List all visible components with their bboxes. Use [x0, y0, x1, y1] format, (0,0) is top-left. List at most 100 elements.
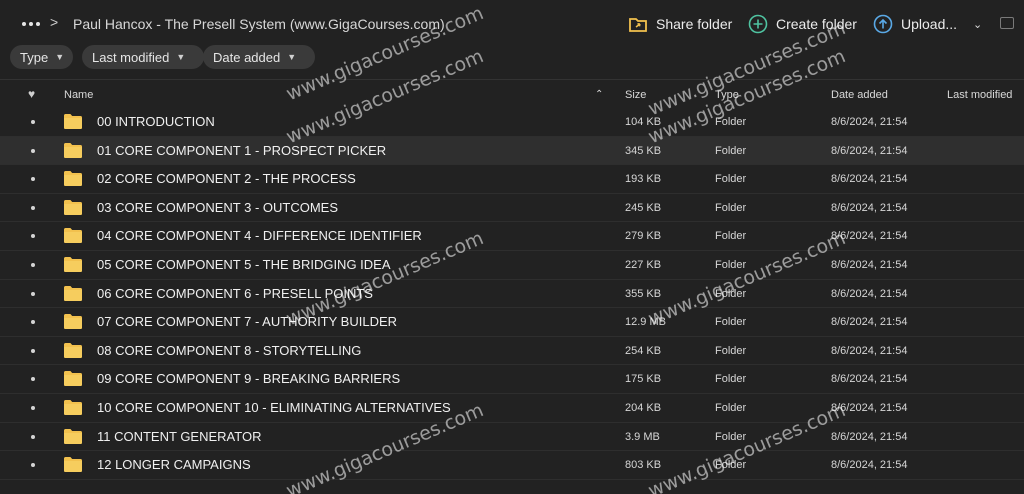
favorite-dot[interactable] [31, 234, 35, 239]
table-row[interactable]: 02 CORE COMPONENT 2 - THE PROCESS 193 KB F… [0, 165, 1024, 194]
upload-button[interactable]: Upload... ⌄ [873, 13, 982, 35]
favorite-dot[interactable] [31, 434, 35, 439]
favorite-dot[interactable] [31, 205, 35, 210]
table-row[interactable]: 03 CORE COMPONENT 3 - OUTCOMES 245 KB Fold… [0, 194, 1024, 223]
row-type: Folder [715, 287, 747, 300]
breadcrumb-separator: > [50, 14, 59, 30]
filter-label: Type [20, 49, 49, 65]
filter-last-modified[interactable]: Last modified ▼ [82, 45, 204, 69]
table-row[interactable]: 05 CORE COMPONENT 5 - THE BRIDGING IDEA 2… [0, 251, 1024, 280]
row-size: 204 KB [625, 401, 662, 414]
folder-icon [64, 285, 82, 301]
row-type: Folder [715, 173, 747, 186]
table-row[interactable]: 07 CORE COMPONENT 7 - AUTHORITY BUILDER 1… [0, 308, 1024, 337]
breadcrumb-current[interactable]: Paul Hancox - The Presell System (www.Gi… [73, 16, 445, 32]
row-date-added: 8/6/2024, 21:54 [831, 430, 908, 443]
row-size: 3.9 MB [625, 430, 660, 443]
table-header: ♥ Name ⌃ Size Type Date added Last modif… [0, 83, 1024, 107]
chevron-down-icon: ▼ [176, 52, 186, 62]
favorite-dot[interactable] [31, 291, 35, 296]
filter-label: Date added [213, 49, 281, 65]
row-name: 01 CORE COMPONENT 1 - PROSPECT PICKER [97, 142, 387, 158]
favorite-dot[interactable] [31, 177, 35, 182]
row-type: Folder [715, 144, 747, 157]
folder-icon [64, 142, 82, 158]
row-size: 355 KB [625, 287, 662, 300]
row-date-added: 8/6/2024, 21:54 [831, 459, 908, 472]
column-type[interactable]: Type [715, 89, 739, 101]
favorite-dot[interactable] [31, 377, 35, 382]
top-bar: > Paul Hancox - The Presell System (www.… [0, 0, 1024, 46]
view-toggle-icon[interactable] [1000, 17, 1014, 29]
row-name: 03 CORE COMPONENT 3 - OUTCOMES [97, 199, 339, 215]
table-row[interactable]: 04 CORE COMPONENT 4 - DIFFERENCE IDENTIF… [0, 222, 1024, 251]
table-row[interactable]: 11 CONTENT GENERATOR 3.9 MB Folder 8/6/2024… [0, 423, 1024, 452]
filter-type[interactable]: Type ▼ [10, 45, 73, 69]
favorite-dot[interactable] [31, 348, 35, 353]
favorite-dot[interactable] [31, 463, 35, 468]
heart-icon[interactable]: ♥ [28, 87, 35, 101]
row-size: 193 KB [625, 173, 662, 186]
column-last-modified[interactable]: Last modified [947, 89, 1012, 101]
row-type: Folder [715, 316, 747, 329]
row-type: Folder [715, 344, 747, 357]
row-size: 803 KB [625, 459, 662, 472]
row-type: Folder [715, 373, 747, 386]
table-row[interactable]: 10 CORE COMPONENT 10 - ELIMINATING ALTER… [0, 394, 1024, 423]
row-date-added: 8/6/2024, 21:54 [831, 144, 908, 157]
row-date-added: 8/6/2024, 21:54 [831, 230, 908, 243]
row-name: 00 INTRODUCTION [97, 114, 215, 129]
column-size[interactable]: Size [625, 89, 646, 101]
table-row[interactable]: 08 CORE COMPONENT 8 - STORYTELLING 254 KB… [0, 337, 1024, 366]
row-size: 279 KB [625, 230, 662, 243]
row-date-added: 8/6/2024, 21:54 [831, 258, 908, 271]
row-name: 04 CORE COMPONENT 4 - DIFFERENCE IDENTIF… [97, 228, 422, 244]
folder-icon [64, 457, 82, 473]
share-folder-label: Share folder [656, 16, 733, 32]
row-date-added: 8/6/2024, 21:54 [831, 373, 908, 386]
row-name: 08 CORE COMPONENT 8 - STORYTELLING [97, 342, 362, 358]
chevron-down-icon: ▼ [287, 52, 297, 62]
filter-date-added[interactable]: Date added ▼ [203, 45, 315, 69]
row-size: 245 KB [625, 201, 662, 214]
share-folder-button[interactable]: Share folder [628, 13, 732, 35]
favorite-dot[interactable] [31, 320, 35, 325]
row-size: 254 KB [625, 344, 662, 357]
create-folder-button[interactable]: Create folder [748, 13, 857, 35]
table-row[interactable]: 06 CORE COMPONENT 6 - PRESELL POINTS 355 … [0, 280, 1024, 309]
row-name: 06 CORE COMPONENT 6 - PRESELL POINTS [97, 285, 373, 301]
sort-up-icon[interactable]: ⌃ [595, 89, 603, 100]
row-type: Folder [715, 201, 747, 214]
row-type: Folder [715, 116, 747, 128]
row-date-added: 8/6/2024, 21:54 [831, 173, 908, 186]
divider [0, 79, 1024, 80]
favorite-dot[interactable] [31, 148, 35, 153]
chevron-down-icon[interactable]: ⌄ [973, 18, 982, 31]
table-row[interactable]: 01 CORE COMPONENT 1 - PROSPECT PICKER 345… [0, 136, 1024, 166]
table-row[interactable]: 00 INTRODUCTION 104 KB Folder 8/6/2024, 21:… [0, 108, 1024, 137]
favorite-dot[interactable] [31, 262, 35, 267]
row-type: Folder [715, 258, 747, 271]
column-date-added[interactable]: Date added [831, 89, 888, 101]
row-type: Folder [715, 230, 747, 243]
favorite-dot[interactable] [31, 405, 35, 410]
favorite-dot[interactable] [31, 120, 35, 124]
row-name: 11 CONTENT GENERATOR [97, 428, 262, 444]
column-name[interactable]: Name [64, 89, 93, 101]
folder-icon [64, 256, 82, 272]
row-date-added: 8/6/2024, 21:54 [831, 401, 908, 414]
folder-icon [64, 342, 82, 358]
row-size: 345 KB [625, 144, 662, 157]
folder-icon [64, 199, 82, 215]
folder-icon [64, 371, 82, 387]
row-name: 12 LONGER CAMPAIGNS [97, 457, 251, 473]
chevron-down-icon: ▼ [55, 52, 65, 62]
folder-icon [64, 314, 82, 330]
table-row[interactable]: 09 CORE COMPONENT 9 - BREAKING BARRIERS 1… [0, 365, 1024, 394]
row-date-added: 8/6/2024, 21:54 [831, 316, 908, 329]
row-size: 175 KB [625, 373, 662, 386]
upload-label: Upload... [901, 16, 958, 32]
row-date-added: 8/6/2024, 21:54 [831, 201, 908, 214]
table-row[interactable]: 12 LONGER CAMPAIGNS 803 KB Folder 8/6/2024,… [0, 451, 1024, 480]
more-icon[interactable] [20, 14, 42, 34]
